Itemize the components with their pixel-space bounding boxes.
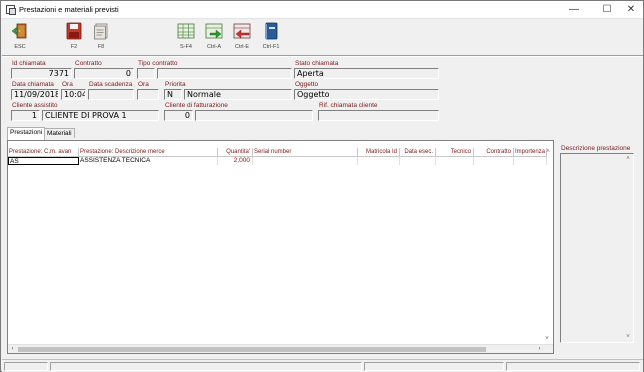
col-header-code[interactable]: Prestazione: C.m. avan — [8, 148, 79, 157]
id-chiamata-label: Id chiamata — [12, 60, 46, 67]
add-row-icon — [205, 23, 223, 39]
cell-contratto[interactable] — [474, 157, 514, 165]
cell-tecnico[interactable] — [436, 157, 474, 165]
status-cell-2 — [50, 362, 362, 371]
tipo-contratto-desc-field[interactable] — [157, 68, 292, 79]
cell-matricola[interactable] — [358, 157, 400, 165]
tipo-contratto-label: Tipo contratto — [138, 60, 178, 67]
stato-chiamata-label: Stato chiamata — [295, 60, 339, 67]
cell-importenza[interactable] — [514, 157, 547, 165]
sf4-button[interactable]: S-F4 — [171, 22, 201, 54]
grid-table-icon — [177, 23, 195, 39]
toolbar: ESC F2 F8 S-F4 Ctrl-A Ctrl-E Ctrl-F1 — [2, 20, 643, 55]
id-chiamata-field[interactable]: 7371 — [11, 68, 72, 79]
cell-description[interactable]: ASSISTENZA TECNICA — [79, 157, 218, 165]
grid-scroll-up-arrow[interactable]: ˄ — [544, 148, 552, 156]
f2-save-button[interactable]: F2 — [59, 22, 89, 54]
close-button[interactable]: ✕ — [620, 1, 642, 19]
data-chiamata-label: Data chiamata — [12, 81, 54, 88]
help-book-icon — [265, 22, 278, 40]
col-header-serial[interactable]: Serial number — [253, 148, 358, 157]
data-scadenza-field[interactable] — [88, 89, 134, 100]
cell-quantity[interactable]: 2,000 — [218, 157, 253, 165]
data-chiamata-field[interactable]: 11/09/2018 — [11, 89, 59, 100]
data-scadenza-label: Data scadenza — [89, 81, 133, 88]
ctrl-a-label: Ctrl-A — [206, 44, 222, 50]
grid-header: Prestazione: C.m. avan Prestazione: Desc… — [8, 148, 553, 157]
ctrl-e-delete-row-button[interactable]: Ctrl-E — [227, 22, 257, 54]
ora-scadenza-field[interactable] — [137, 89, 159, 100]
status-cell-4 — [506, 362, 640, 371]
ctrl-f1-help-button[interactable]: Ctrl-F1 — [256, 22, 286, 54]
priorita-code-field[interactable]: N — [164, 89, 182, 100]
cell-code[interactable]: AS — [8, 157, 79, 165]
col-header-quantity[interactable]: Quantita' — [218, 148, 253, 157]
scroll-right-arrow[interactable]: › — [535, 345, 544, 354]
f8-button[interactable]: F8 — [86, 22, 116, 54]
sf4-label: S-F4 — [180, 44, 192, 50]
window-title: Prestazioni e materiali previsti — [19, 5, 119, 14]
minimize-button[interactable]: — — [563, 1, 585, 19]
ctrl-e-label: Ctrl-E — [234, 44, 250, 50]
document-icon — [94, 23, 108, 40]
status-cell-3 — [364, 362, 504, 371]
f8-label: F8 — [97, 44, 105, 50]
delete-row-icon — [233, 23, 251, 39]
title-bar[interactable]: Prestazioni e materiali previsti — ☐ ✕ — [1, 1, 643, 19]
exit-door-icon — [11, 23, 27, 39]
cliente-fatturazione-name-field[interactable] — [195, 110, 313, 121]
cell-serial[interactable] — [253, 157, 358, 165]
desc-scroll-up-arrow[interactable]: ˄ — [624, 155, 632, 163]
horizontal-scrollbar[interactable]: ‹ › — [8, 344, 553, 353]
ctrl-a-add-row-button[interactable]: Ctrl-A — [199, 22, 229, 54]
cliente-assistito-name-field[interactable]: CLIENTE DI PROVA 1 — [42, 110, 159, 121]
cliente-fatturazione-code-field[interactable]: 0 — [164, 110, 193, 121]
esc-button[interactable]: ESC — [5, 22, 35, 54]
prestazioni-grid: Prestazione: C.m. avan Prestazione: Desc… — [7, 140, 554, 354]
col-header-data-esec[interactable]: Data esec. — [400, 148, 436, 157]
col-header-importenza[interactable]: Importenza — [514, 148, 547, 157]
priorita-desc-field[interactable]: Normale — [184, 89, 292, 100]
cell-data-esec[interactable] — [400, 157, 436, 165]
grid-scroll-down-arrow[interactable]: ˅ — [543, 335, 551, 343]
oggetto-field[interactable]: Oggetto — [294, 89, 439, 100]
col-header-description[interactable]: Prestazione: Descrizione merce — [79, 148, 218, 157]
tipo-contratto-code-field[interactable] — [137, 68, 155, 79]
contratto-field[interactable]: 0 — [74, 68, 134, 79]
descrizione-prestazione-field[interactable]: ˄ ˅ — [560, 153, 634, 343]
oggetto-label: Oggetto — [295, 81, 319, 88]
scrollbar-thumb[interactable] — [18, 347, 486, 352]
ora-label: Ora — [62, 81, 73, 88]
status-cell-1 — [4, 362, 48, 371]
ctrl-f1-label: Ctrl-F1 — [262, 44, 280, 50]
window-icon — [6, 5, 16, 15]
contratto-label: Contratto — [75, 60, 102, 67]
maximize-button[interactable]: ☐ — [596, 1, 618, 19]
tab-materiali[interactable]: Materiali — [44, 128, 75, 138]
f2-label: F2 — [70, 44, 78, 50]
save-disk-icon — [66, 22, 82, 40]
stato-chiamata-field[interactable]: Aperta — [294, 68, 439, 79]
desc-scroll-down-arrow[interactable]: ˅ — [624, 333, 632, 341]
table-row[interactable]: AS ASSISTENZA TECNICA 2,000 — [8, 157, 553, 165]
scroll-left-arrow[interactable]: ‹ — [8, 345, 17, 354]
cliente-assistito-code-field[interactable]: 1 — [11, 110, 40, 121]
tab-prestazioni[interactable]: Prestazioni — [7, 127, 46, 140]
window: Prestazioni e materiali previsti — ☐ ✕ E… — [0, 0, 644, 372]
toolbar-separator — [2, 55, 643, 57]
cliente-assistito-label: Cliente assistito — [12, 102, 58, 109]
status-bar — [2, 359, 643, 372]
col-header-contratto[interactable]: Contratto — [474, 148, 514, 157]
priorita-label: Priorita — [165, 81, 186, 88]
col-header-matricola[interactable]: Matricola Id — [358, 148, 400, 157]
esc-label: ESC — [14, 44, 26, 50]
rif-chiamata-field[interactable] — [318, 110, 439, 121]
descrizione-prestazione-label: Descrizione prestazione — [561, 145, 631, 152]
col-header-tecnico[interactable]: Tecnico — [436, 148, 474, 157]
ora-field[interactable]: 10:04 — [61, 89, 86, 100]
cliente-fatturazione-label: Cliente di fatturazione — [165, 102, 228, 109]
rif-chiamata-label: Rif. chiamata cliente — [319, 102, 378, 109]
ora-scadenza-label: Ora — [138, 81, 149, 88]
